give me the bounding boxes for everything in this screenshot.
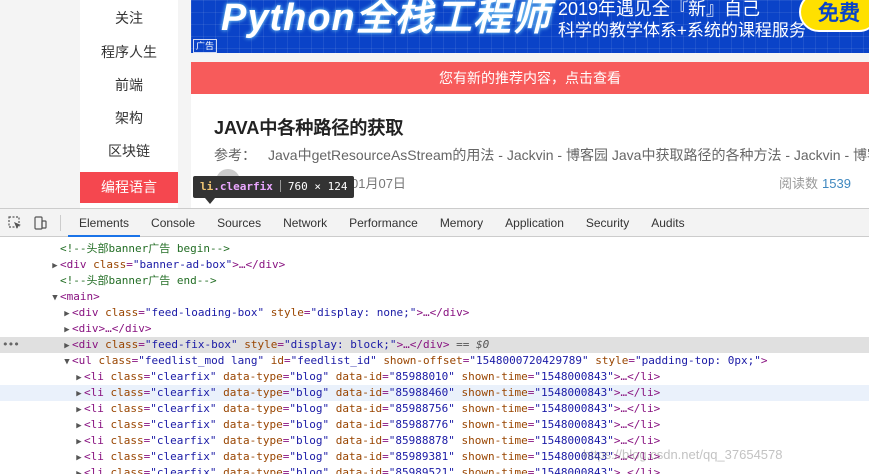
collapse-triangle-icon[interactable]: ▼ bbox=[50, 290, 60, 306]
expand-triangle-icon[interactable]: ▶ bbox=[74, 386, 84, 402]
tooltip-size: 760 × 124 bbox=[287, 180, 348, 193]
expand-triangle-icon[interactable]: ▶ bbox=[74, 466, 84, 474]
dom-node-comment[interactable]: <!--头部banner广告 begin--> bbox=[0, 241, 869, 257]
inspect-element-icon[interactable] bbox=[8, 216, 22, 230]
banner-headline: Python全栈工程师 bbox=[221, 0, 551, 39]
tab-performance[interactable]: Performance bbox=[338, 209, 429, 237]
dom-node-li-clearfix[interactable]: ▶ <li class="clearfix" data-type="blog" d… bbox=[0, 465, 869, 474]
dom-node-main[interactable]: ▼ <main> bbox=[0, 289, 869, 305]
tab-sources[interactable]: Sources bbox=[206, 209, 272, 237]
expand-triangle-icon[interactable]: ▶ bbox=[62, 338, 72, 354]
tooltip-class: .clearfix bbox=[213, 180, 273, 193]
article-title[interactable]: JAVA中各种路径的获取 bbox=[214, 114, 403, 140]
tab-network[interactable]: Network bbox=[272, 209, 338, 237]
toolbar-divider bbox=[60, 215, 61, 231]
sidebar-item-architecture[interactable]: 架构 bbox=[80, 102, 178, 135]
devtools-tabs: Elements Console Sources Network Perform… bbox=[68, 209, 696, 237]
tab-application[interactable]: Application bbox=[494, 209, 575, 237]
devtools-panel: Elements Console Sources Network Perform… bbox=[0, 208, 869, 474]
expand-triangle-icon[interactable]: ▶ bbox=[74, 450, 84, 466]
web-page: 关注 程序人生 前端 架构 区块链 编程语言 Python全栈工程师 2019年… bbox=[0, 0, 869, 208]
sidebar-item-blockchain[interactable]: 区块链 bbox=[80, 135, 178, 168]
dom-node-comment[interactable]: <!--头部banner广告 end--> bbox=[0, 273, 869, 289]
collapse-triangle-icon[interactable]: ▼ bbox=[62, 354, 72, 370]
comment-text: <!--头部banner广告 begin--> bbox=[60, 242, 230, 255]
tooltip-arrow bbox=[205, 198, 215, 204]
read-count: 阅读数 1539 bbox=[779, 173, 851, 192]
dom-node-div[interactable]: ▶ <div>…</div> bbox=[0, 321, 869, 337]
dom-node-li-clearfix[interactable]: ▶ <li class="clearfix" data-type="blog" d… bbox=[0, 417, 869, 433]
new-recommendation-notice[interactable]: 您有新的推荐内容，点击查看 bbox=[191, 62, 869, 94]
tooltip-separator bbox=[279, 180, 281, 192]
read-count-value: 1539 bbox=[822, 176, 851, 191]
comment-text: <!--头部banner广告 end--> bbox=[60, 274, 217, 287]
dom-node-banner-ad-box[interactable]: ▶ <div class="banner-ad-box">…</div> bbox=[0, 257, 869, 273]
inspect-element-tooltip: li.clearfix 760 × 124 bbox=[193, 176, 355, 198]
expand-triangle-icon[interactable]: ▶ bbox=[62, 306, 72, 322]
ad-banner[interactable]: Python全栈工程师 2019年遇见全『新』自己 科学的教学体系+系统的课程服… bbox=[191, 0, 869, 53]
banner-free-button[interactable]: 免费 bbox=[799, 0, 869, 32]
expand-triangle-icon[interactable]: ▶ bbox=[74, 434, 84, 450]
dom-node-feed-loading-box[interactable]: ▶ <div class="feed-loading-box" style="di… bbox=[0, 305, 869, 321]
article-date: 01月07日 bbox=[351, 176, 406, 191]
devtools-toolbar: Elements Console Sources Network Perform… bbox=[0, 209, 869, 237]
tab-memory[interactable]: Memory bbox=[429, 209, 494, 237]
tab-console[interactable]: Console bbox=[140, 209, 206, 237]
dom-node-li-clearfix[interactable]: ▶ <li class="clearfix" data-type="blog" d… bbox=[0, 369, 869, 385]
dom-node-feed-fix-box-selected[interactable]: ••• ▶ <div class="feed-fix-box" style="di… bbox=[0, 337, 869, 353]
summary-label: 参考： bbox=[214, 147, 256, 163]
article-summary: 参考： Java中getResourceAsStream的用法 - Jackvin… bbox=[214, 145, 869, 165]
ad-label: 广告 bbox=[193, 39, 218, 53]
category-sidebar: 关注 程序人生 前端 架构 区块链 编程语言 bbox=[80, 0, 178, 208]
expand-triangle-icon[interactable]: ▶ bbox=[62, 322, 72, 338]
summary-text: Java中getResourceAsStream的用法 - Jackvin - … bbox=[268, 147, 869, 163]
tooltip-tag: li bbox=[200, 180, 214, 193]
expand-triangle-icon[interactable]: ▶ bbox=[74, 370, 84, 386]
sidebar-item-frontend[interactable]: 前端 bbox=[80, 69, 178, 102]
tab-audits[interactable]: Audits bbox=[640, 209, 695, 237]
dom-node-li-clearfix[interactable]: ▶ <li class="clearfix" data-type="blog" d… bbox=[0, 385, 869, 401]
dom-node-feedlist-ul[interactable]: ▼ <ul class="feedlist_mod lang" id="feedl… bbox=[0, 353, 869, 369]
device-toolbar-icon[interactable] bbox=[33, 216, 47, 230]
more-actions-icon[interactable]: ••• bbox=[2, 337, 20, 353]
banner-subline-2: 科学的教学体系+系统的课程服务 bbox=[558, 21, 806, 40]
csdn-watermark: https://blog.csdn.net/qq_37654578 bbox=[583, 447, 783, 462]
elements-dom-tree[interactable]: <!--头部banner广告 begin--> ▶ <div class="ban… bbox=[0, 238, 869, 474]
expand-triangle-icon[interactable]: ▶ bbox=[74, 418, 84, 434]
tab-security[interactable]: Security bbox=[575, 209, 640, 237]
sidebar-item-programmer-life[interactable]: 程序人生 bbox=[80, 36, 178, 69]
sidebar-item-follow[interactable]: 关注 bbox=[80, 0, 178, 36]
tab-elements[interactable]: Elements bbox=[68, 209, 141, 237]
sidebar-item-programming-language[interactable]: 编程语言 bbox=[80, 172, 178, 203]
read-count-label: 阅读数 bbox=[779, 176, 819, 191]
expand-triangle-icon[interactable]: ▶ bbox=[50, 258, 60, 274]
expand-triangle-icon[interactable]: ▶ bbox=[74, 402, 84, 418]
dom-node-li-clearfix[interactable]: ▶ <li class="clearfix" data-type="blog" d… bbox=[0, 401, 869, 417]
